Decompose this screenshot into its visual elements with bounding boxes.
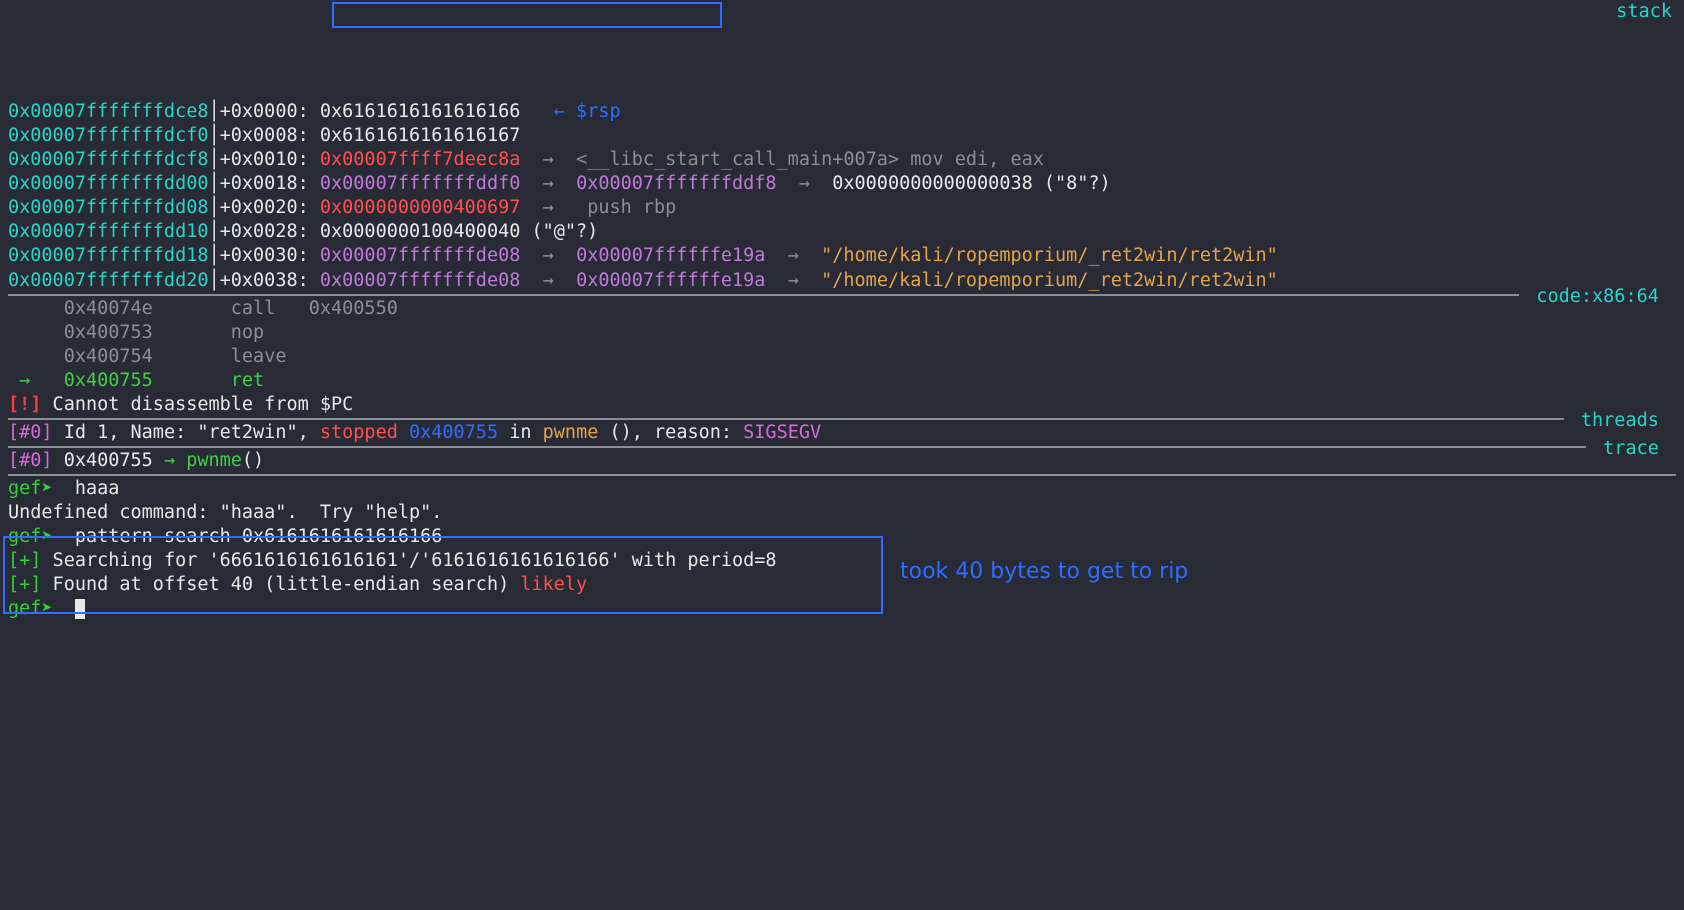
error-line: Undefined command: "haaa". Try "help". bbox=[8, 501, 1676, 525]
section-divider bbox=[8, 446, 1676, 448]
disasm-error: [!] Cannot disassemble from $PC bbox=[8, 393, 1676, 417]
prompt-line[interactable]: gef➤ bbox=[8, 597, 1676, 621]
stack-row: 0x00007fffffffdce8│+0x0000: 0x6161616161… bbox=[8, 100, 1676, 124]
stack-row: 0x00007fffffffdd00│+0x0018: 0x00007fffff… bbox=[8, 172, 1676, 196]
section-divider bbox=[8, 294, 1676, 296]
stack-row: 0x00007fffffffdd10│+0x0028: 0x0000000100… bbox=[8, 220, 1676, 244]
section-divider bbox=[8, 474, 1676, 476]
prompt-line[interactable]: gef➤ pattern search 0x6161616161616166 bbox=[8, 525, 1676, 549]
stack-row: 0x00007fffffffdd20│+0x0038: 0x00007fffff… bbox=[8, 269, 1676, 293]
output-line: [+] Searching for '6661616161616161'/'61… bbox=[8, 549, 1676, 573]
code-row: 0x40074e call 0x400550 bbox=[8, 297, 1676, 321]
prompt-line[interactable]: gef➤ haaa bbox=[8, 477, 1676, 501]
threads-section-label: threads bbox=[1564, 409, 1676, 433]
output-line: [+] Found at offset 40 (little-endian se… bbox=[8, 573, 1676, 597]
terminal-output: 0x00007fffffffdce8│+0x0000: 0x6161616161… bbox=[8, 100, 1676, 621]
stack-row: 0x00007fffffffdcf8│+0x0010: 0x00007ffff7… bbox=[8, 148, 1676, 172]
stack-row: 0x00007fffffffdd18│+0x0030: 0x00007fffff… bbox=[8, 244, 1676, 268]
code-section-label: code:x86:64 bbox=[1519, 285, 1676, 309]
rsp-highlight-box bbox=[332, 2, 722, 28]
stack-section-label: stack bbox=[1616, 0, 1672, 24]
cursor bbox=[75, 599, 85, 619]
section-divider bbox=[8, 418, 1676, 420]
stack-row: 0x00007fffffffdd08│+0x0020: 0x0000000000… bbox=[8, 196, 1676, 220]
thread-row: [#0] Id 1, Name: "ret2win", stopped 0x40… bbox=[8, 421, 1676, 445]
code-row: 0x400753 nop bbox=[8, 321, 1676, 345]
code-row-current: → 0x400755 ret bbox=[8, 369, 1676, 393]
code-row: 0x400754 leave bbox=[8, 345, 1676, 369]
trace-row: [#0] 0x400755 → pwnme() bbox=[8, 449, 1676, 473]
trace-section-label: trace bbox=[1586, 437, 1676, 461]
stack-row: 0x00007fffffffdcf0│+0x0008: 0x6161616161… bbox=[8, 124, 1676, 148]
